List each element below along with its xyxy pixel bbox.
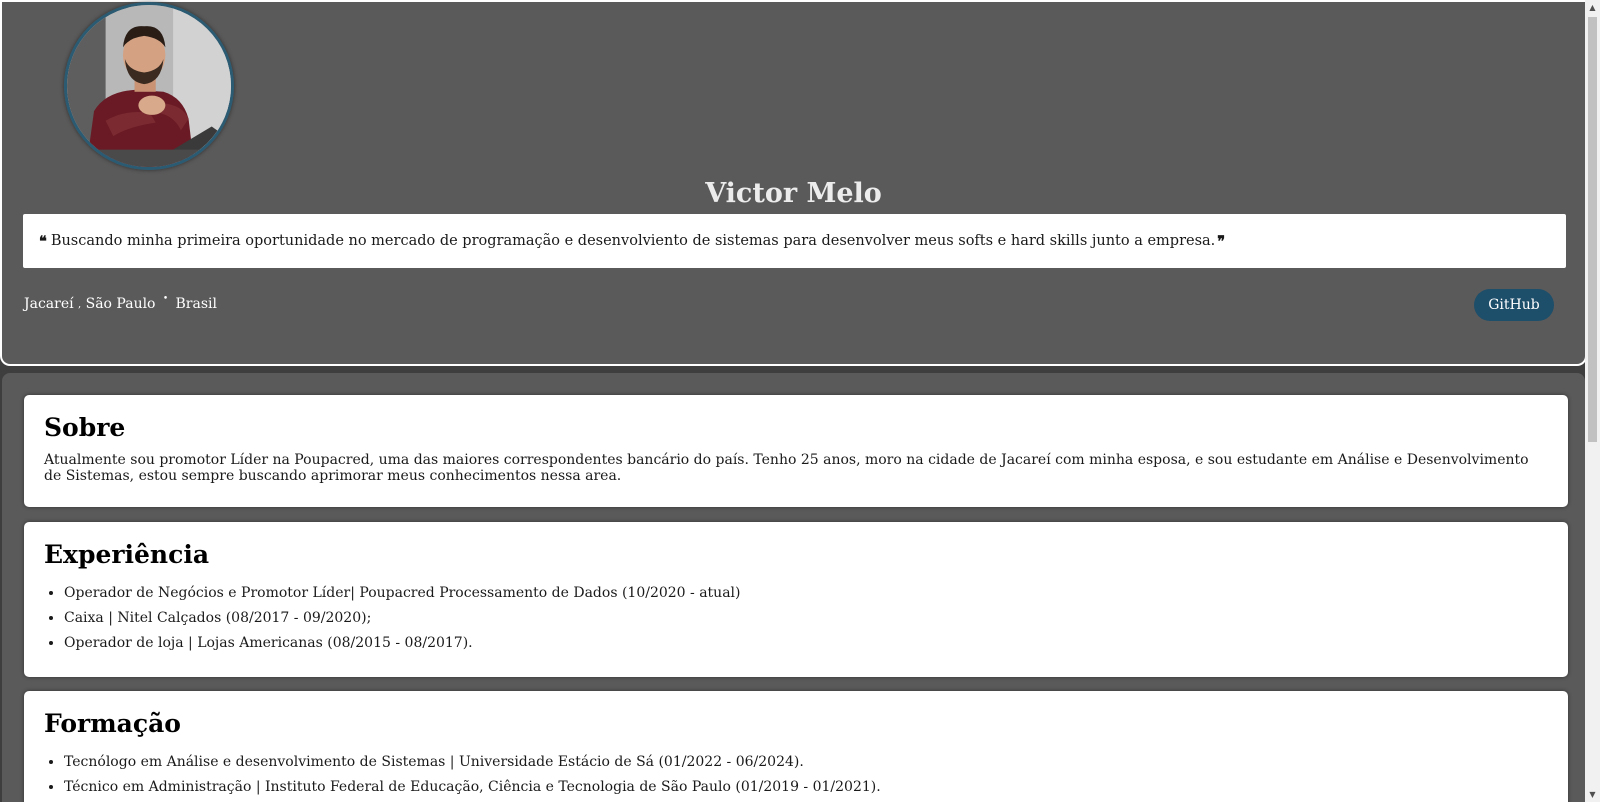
experience-item: Operador de loja | Lojas Americanas (08/… bbox=[64, 635, 1548, 652]
scrollbar-thumb[interactable] bbox=[1588, 17, 1597, 442]
profile-name: Victor Melo bbox=[705, 178, 882, 209]
location-city: Jacareí bbox=[24, 296, 74, 312]
education-section: Formação Tecnólogo em Análise e desenvol… bbox=[24, 691, 1568, 802]
experience-item: Caixa | Nitel Calçados (08/2017 - 09/202… bbox=[64, 610, 1548, 627]
location-state: São Paulo bbox=[85, 296, 156, 312]
about-text: Atualmente sou promotor Líder na Poupacr… bbox=[44, 452, 1529, 484]
quote-open-icon: ❝ bbox=[39, 232, 47, 250]
education-item: Tecnólogo em Análise e desenvolvimento d… bbox=[64, 754, 1548, 771]
location-dot-icon: • bbox=[162, 294, 169, 304]
profile-header: Victor Melo ❝ Buscando minha primeira op… bbox=[2, 2, 1585, 364]
scroll-up-arrow-icon[interactable]: ▲ bbox=[1585, 0, 1600, 15]
main-content: Sobre Atualmente sou promotor Líder na P… bbox=[2, 373, 1585, 802]
experience-section: Experiência Operador de Negócios e Promo… bbox=[24, 522, 1568, 677]
about-title: Sobre bbox=[44, 413, 126, 442]
experience-list: Operador de Negócios e Promotor Líder| P… bbox=[44, 585, 1548, 652]
vertical-scrollbar[interactable]: ▲ ▼ bbox=[1585, 0, 1600, 802]
experience-title: Experiência bbox=[44, 540, 210, 569]
location-country: Brasil bbox=[175, 296, 217, 312]
github-button[interactable]: GitHub bbox=[1474, 289, 1554, 321]
scroll-down-arrow-icon[interactable]: ▼ bbox=[1585, 787, 1600, 802]
profile-photo bbox=[64, 2, 234, 170]
location: Jacareí , São Paulo • Brasil bbox=[24, 294, 217, 312]
location-separator: , bbox=[78, 298, 82, 310]
profile-quote: ❝ Buscando minha primeira oportunidade n… bbox=[23, 214, 1566, 268]
profile-photo-icon bbox=[67, 5, 231, 167]
quote-text: Buscando minha primeira oportunidade no … bbox=[50, 233, 1216, 249]
education-list: Tecnólogo em Análise e desenvolvimento d… bbox=[44, 754, 1548, 796]
page: Victor Melo ❝ Buscando minha primeira op… bbox=[0, 0, 1600, 802]
experience-item: Operador de Negócios e Promotor Líder| P… bbox=[64, 585, 1548, 602]
education-title: Formação bbox=[44, 709, 181, 738]
education-item: Técnico em Administração | Instituto Fed… bbox=[64, 779, 1548, 796]
quote-close-icon: ❞ bbox=[1217, 232, 1226, 250]
about-section: Sobre Atualmente sou promotor Líder na P… bbox=[24, 395, 1568, 507]
